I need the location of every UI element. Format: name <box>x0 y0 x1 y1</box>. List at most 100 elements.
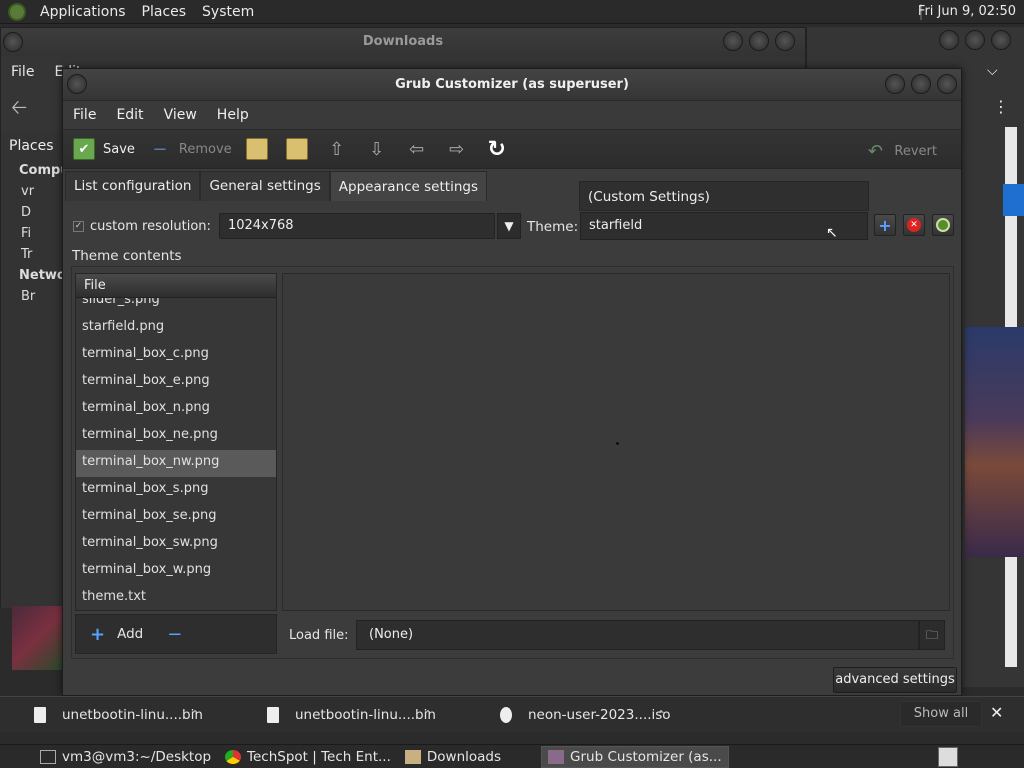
menu-view[interactable]: View <box>154 107 207 123</box>
remove-file-icon[interactable]: − <box>167 624 182 645</box>
file-column-header[interactable]: File <box>76 274 276 298</box>
mouse-cursor-icon: ↖ <box>826 225 838 241</box>
panel-clock[interactable]: Fri Jun 9, 02:50 <box>918 4 1016 19</box>
taskbar-label: Downloads <box>426 748 502 765</box>
chevron-up-icon[interactable]: ⌃ <box>190 708 200 722</box>
sidebar-item[interactable]: Fi <box>1 223 63 244</box>
taskbar-item-browser[interactable]: TechSpot | Tech Ent... <box>219 746 397 768</box>
remove-button[interactable]: − Remove <box>149 138 231 160</box>
arrow-right-icon[interactable]: ⇨ <box>446 138 468 160</box>
chevron-up-icon[interactable]: ⌃ <box>656 708 666 722</box>
tab-general-settings[interactable]: General settings <box>200 171 330 201</box>
save-label: Save <box>103 141 135 157</box>
download-item[interactable]: unetbootin-linu....bin ⌃ <box>233 706 466 723</box>
minimize-icon[interactable] <box>939 30 959 50</box>
remove-theme-button[interactable]: ✕ <box>903 214 925 236</box>
advanced-settings-button[interactable]: advanced settings <box>833 667 957 693</box>
back-arrow-icon[interactable]: 🡠 <box>1 93 37 127</box>
menu-help[interactable]: Help <box>207 107 259 123</box>
sidebar-header: Places <box>9 138 54 154</box>
bg-window-title: Downloads <box>1 28 805 56</box>
show-all-button[interactable]: Show all <box>900 701 982 727</box>
file-icon <box>267 706 279 723</box>
disc-file-icon <box>500 706 512 723</box>
menu-file[interactable]: File <box>63 107 106 123</box>
list-item[interactable]: terminal_box_c.png <box>76 342 276 369</box>
panel-menu-system[interactable]: System <box>194 4 262 20</box>
distro-logo-icon[interactable] <box>8 2 26 21</box>
tray-app-icon[interactable] <box>938 747 958 767</box>
panel-menu-places[interactable]: Places <box>134 4 195 20</box>
list-item-selected[interactable]: terminal_box_nw.png <box>76 450 276 477</box>
close-icon[interactable] <box>775 31 795 51</box>
list-item[interactable]: terminal_box_e.png <box>76 369 276 396</box>
bg-window-menu-icon[interactable] <box>3 32 23 52</box>
list-item[interactable]: terminal_box_ne.png <box>76 423 276 450</box>
maximize-icon[interactable] <box>749 31 769 51</box>
chevron-down-icon[interactable]: ▼ <box>496 213 521 239</box>
refresh-icon[interactable]: ↻ <box>486 137 508 162</box>
downloads-shelf: unetbootin-linu....bin ⌃ unetbootin-linu… <box>0 696 1024 732</box>
maximize-icon[interactable] <box>911 74 931 94</box>
new-note-icon[interactable] <box>285 138 308 160</box>
sidebar-item[interactable]: Tr <box>1 244 63 265</box>
edit-note-icon[interactable] <box>245 138 268 160</box>
theme-dropdown-option[interactable]: (Custom Settings) <box>579 181 869 211</box>
theme-select[interactable]: starfield <box>580 212 868 240</box>
chevron-up-icon[interactable]: ⌃ <box>423 708 433 722</box>
top-panel: Applications Places System Fri Jun 9, 02… <box>0 0 1024 24</box>
minimize-icon[interactable] <box>723 31 743 51</box>
download-item[interactable]: neon-user-2023....iso ⌃ <box>466 706 699 723</box>
sidebar-item[interactable]: Br <box>1 286 63 307</box>
file-icon <box>34 706 46 723</box>
toolbar: ✔ Save − Remove ⇧ ⇩ ⇦ ⇨ ↻ ↶ Revert <box>63 129 961 169</box>
arrow-down-icon[interactable]: ⇩ <box>366 138 388 160</box>
plus-icon[interactable]: + <box>90 624 105 645</box>
theme-file-list[interactable]: File slider_s.png starfield.png terminal… <box>75 273 277 611</box>
tab-list-configuration[interactable]: List configuration <box>65 171 201 201</box>
menu-edit[interactable]: Edit <box>106 107 153 123</box>
bg-menu-file[interactable]: File <box>1 64 44 80</box>
revert-label: Revert <box>894 143 937 159</box>
chevron-down-icon[interactable]: ⌵ <box>987 63 998 79</box>
close-icon[interactable] <box>937 74 957 94</box>
list-item[interactable]: terminal_box_n.png <box>76 396 276 423</box>
taskbar-item-downloads[interactable]: Downloads <box>399 746 507 768</box>
list-item[interactable]: theme.txt <box>76 585 276 610</box>
download-filename: unetbootin-linu....bin <box>62 706 203 723</box>
folder-icon[interactable]: 🗀 <box>919 620 945 650</box>
tab-bar: List configuration General settings Appe… <box>65 171 487 201</box>
download-item[interactable]: unetbootin-linu....bin ⌃ <box>0 706 233 723</box>
revert-button[interactable]: ↶ Revert <box>864 140 937 162</box>
sidebar-item[interactable]: vr <box>1 181 63 202</box>
load-file-chooser[interactable]: (None) <box>356 620 919 650</box>
list-item[interactable]: terminal_box_sw.png <box>76 531 276 558</box>
save-button[interactable]: ✔ Save <box>73 138 135 160</box>
add-file-button[interactable]: Add <box>117 626 143 642</box>
taskbar-item-grub-customizer[interactable]: Grub Customizer (as... <box>541 745 729 768</box>
custom-resolution-checkbox[interactable]: ✓ <box>73 220 84 232</box>
close-icon[interactable]: ✕ <box>990 703 1003 722</box>
close-icon[interactable] <box>991 30 1011 50</box>
taskbar-item-terminal[interactable]: vm3@vm3:~/Desktop <box>34 746 217 768</box>
minimize-icon[interactable] <box>885 74 905 94</box>
arrow-left-icon[interactable]: ⇦ <box>406 138 428 160</box>
plus-icon: + <box>878 215 892 235</box>
theme-options-button[interactable] <box>932 214 954 236</box>
kebab-menu-icon[interactable]: ⋮ <box>993 97 1009 116</box>
list-item[interactable]: terminal_box_se.png <box>76 504 276 531</box>
resolution-input[interactable]: 1024x768 <box>218 213 495 239</box>
window-menu-icon[interactable] <box>67 74 87 94</box>
arrow-up-icon[interactable]: ⇧ <box>326 138 348 160</box>
list-item[interactable]: starfield.png <box>76 315 276 342</box>
taskbar-label: Grub Customizer (as... <box>570 748 722 765</box>
list-item[interactable]: terminal_box_s.png <box>76 477 276 504</box>
sidebar-item[interactable]: D <box>1 202 63 223</box>
add-theme-button[interactable]: + <box>874 214 896 236</box>
bg-web-image <box>965 327 1024 557</box>
bg-window-buttons <box>723 31 795 51</box>
list-item[interactable]: terminal_box_w.png <box>76 558 276 585</box>
maximize-icon[interactable] <box>965 30 985 50</box>
panel-menu-applications[interactable]: Applications <box>32 4 134 20</box>
tab-appearance-settings[interactable]: Appearance settings <box>329 171 487 201</box>
